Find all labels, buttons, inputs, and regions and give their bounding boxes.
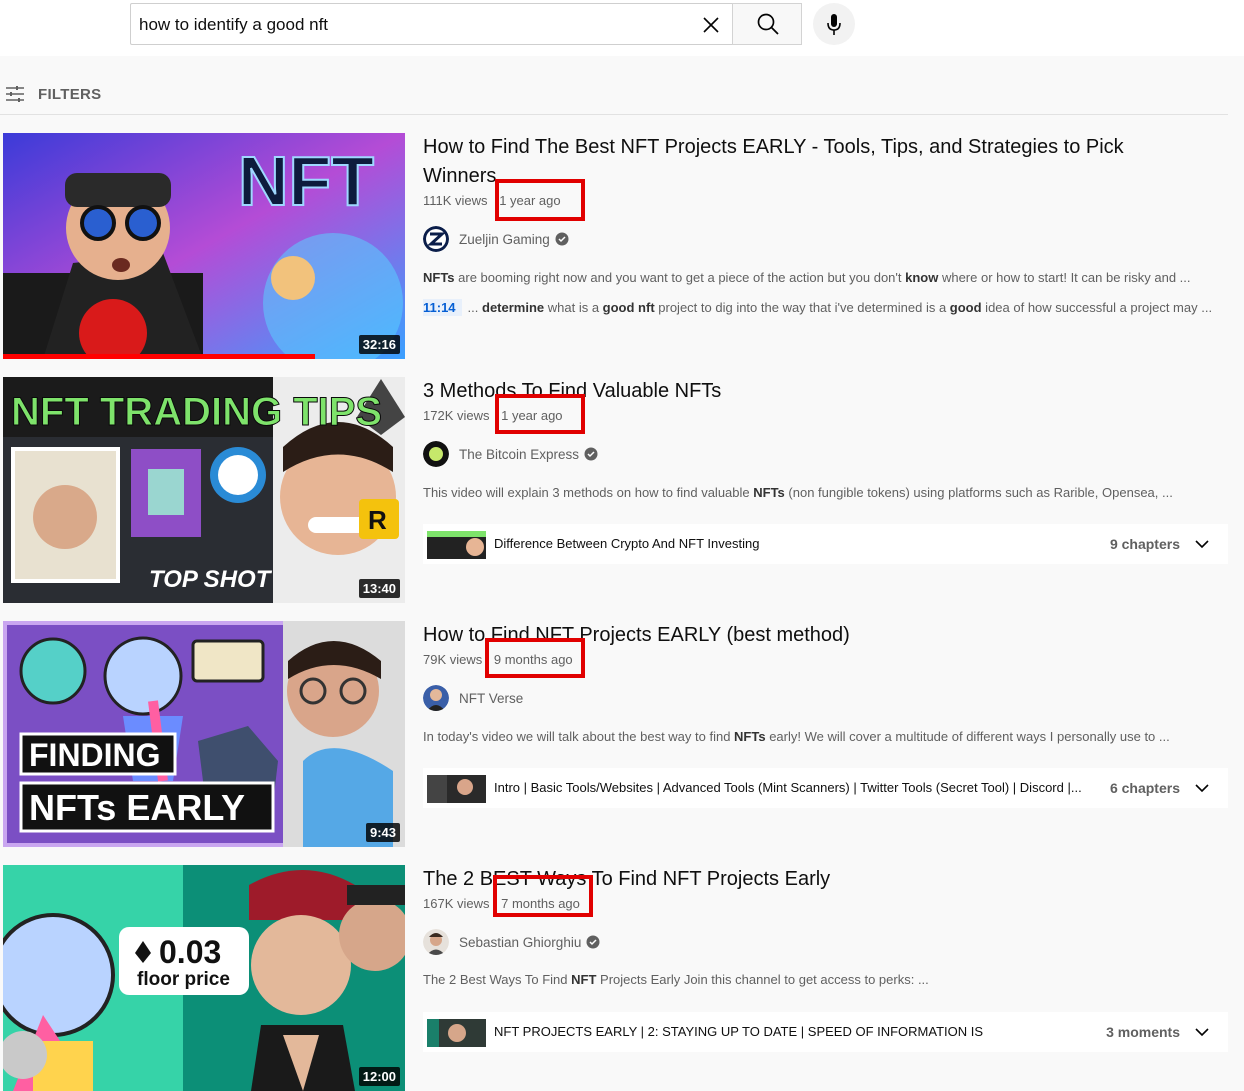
chapters-bar[interactable]: Difference Between Crypto And NFT Invest… — [423, 524, 1228, 564]
thumbnail-subtext: NFTs EARLY — [29, 787, 245, 828]
filters-label: FILTERS — [38, 85, 102, 103]
video-thumbnail[interactable]: R NFT TRADING TIPS TOP SHOT 13:40 — [3, 377, 405, 603]
channel-name: The Bitcoin Express — [459, 446, 580, 462]
chapter-title: Intro | Basic Tools/Websites | Advanced … — [494, 780, 1082, 795]
chapter-thumbnail — [427, 775, 486, 803]
search-icon — [757, 13, 779, 35]
top-bar: how to identify a good nft — [0, 0, 1244, 56]
verified-icon — [584, 447, 598, 461]
snippet-timestamp[interactable]: 11:14 — [423, 299, 462, 316]
thumbnail-text: NFT — [238, 142, 374, 220]
video-thumbnail[interactable]: FINDING NFTs EARLY 9:43 — [3, 621, 405, 847]
thumbnail-subtext: floor price — [137, 969, 230, 990]
transcript-snippet[interactable]: 11:14 ... determine what is a good nft pr… — [423, 299, 1223, 316]
filter-icon — [6, 86, 24, 102]
chapter-count: 9 chapters — [1109, 536, 1180, 552]
filters-button[interactable]: FILTERS — [4, 82, 101, 106]
video-thumbnail[interactable]: 0.03 floor price 12:00 — [3, 865, 405, 1091]
highlight-box — [493, 875, 593, 917]
chapter-count: 6 chapters — [1109, 780, 1180, 796]
chapter-count: 3 moments — [1106, 1024, 1180, 1040]
highlight-box — [495, 394, 585, 434]
channel-link[interactable]: NFT Verse — [423, 685, 523, 711]
video-description: This video will explain 3 methods on how… — [423, 485, 1173, 500]
view-count: 172K views — [423, 408, 490, 423]
thumbnail-image: NFT — [3, 133, 405, 359]
video-description: NFTs are booming right now and you want … — [423, 270, 1191, 285]
channel-avatar — [423, 929, 449, 955]
voice-search-button[interactable] — [813, 3, 855, 45]
channel-name: Sebastian Ghiorghiu — [459, 934, 582, 950]
chapter-thumbnail — [427, 531, 486, 559]
snippet-text: ... determine what is a good nft project… — [467, 300, 1213, 315]
video-duration: 13:40 — [358, 579, 400, 598]
channel-link[interactable]: Sebastian Ghiorghiu — [423, 929, 600, 955]
video-description: The 2 Best Ways To Find NFT Projects Ear… — [423, 972, 929, 987]
channel-avatar — [423, 226, 449, 252]
highlight-box — [495, 179, 585, 221]
chapter-title: Difference Between Crypto And NFT Invest… — [494, 536, 760, 551]
chapter-thumbnail — [427, 1019, 486, 1047]
close-icon — [703, 17, 719, 33]
search-query[interactable]: how to identify a good nft — [139, 15, 328, 35]
chevron-down-icon[interactable] — [1192, 534, 1212, 554]
search-input[interactable]: how to identify a good nft — [130, 3, 732, 45]
highlight-box — [485, 638, 585, 678]
thumbnail-image: R NFT TRADING TIPS TOP SHOT — [3, 377, 405, 603]
chapters-bar[interactable]: NFT PROJECTS EARLY | 2: STAYING UP TO DA… — [423, 1012, 1228, 1052]
verified-icon — [586, 935, 600, 949]
channel-avatar — [423, 441, 449, 467]
video-description: In today's video we will talk about the … — [423, 729, 1170, 744]
chevron-down-icon[interactable] — [1192, 1022, 1212, 1042]
view-count: 167K views — [423, 896, 490, 911]
channel-avatar — [423, 685, 449, 711]
chapters-bar[interactable]: Intro | Basic Tools/Websites | Advanced … — [423, 768, 1228, 808]
channel-link[interactable]: Zueljin Gaming — [423, 226, 569, 252]
thumbnail-image: FINDING NFTs EARLY — [3, 621, 405, 847]
channel-name: Zueljin Gaming — [459, 231, 550, 247]
video-duration: 12:00 — [358, 1067, 400, 1086]
thumbnail-image: 0.03 floor price — [3, 865, 405, 1091]
channel-link[interactable]: The Bitcoin Express — [423, 441, 598, 467]
channel-name: NFT Verse — [459, 690, 524, 706]
verified-icon — [555, 232, 569, 246]
video-duration: 9:43 — [365, 823, 400, 842]
divider — [0, 114, 1228, 115]
svg-text:R: R — [368, 505, 387, 535]
search-button[interactable] — [732, 3, 802, 45]
thumbnail-text: NFT TRADING TIPS — [11, 390, 382, 434]
thumbnail-text: 0.03 — [159, 934, 221, 970]
view-count: 111K views — [423, 193, 488, 208]
video-thumbnail[interactable]: NFT 32:16 — [3, 133, 405, 359]
clear-search-button[interactable] — [696, 12, 724, 40]
thumbnail-subtext: TOP SHOT — [149, 566, 273, 593]
video-duration: 32:16 — [358, 335, 400, 354]
chevron-down-icon[interactable] — [1192, 778, 1212, 798]
view-count: 79K views — [423, 652, 483, 667]
microphone-icon — [827, 14, 841, 35]
thumbnail-text: FINDING — [29, 737, 161, 773]
chapter-title: NFT PROJECTS EARLY | 2: STAYING UP TO DA… — [494, 1024, 984, 1039]
